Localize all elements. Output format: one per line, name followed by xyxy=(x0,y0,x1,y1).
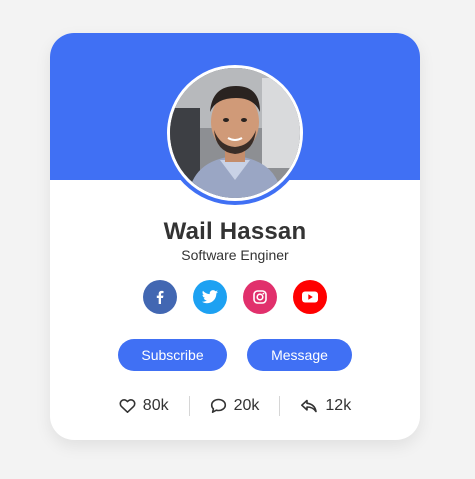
comments-count: 20k xyxy=(233,397,260,414)
comments-stat[interactable]: 20k xyxy=(190,397,280,415)
youtube-icon xyxy=(302,291,318,303)
profile-name: Wail Hassan xyxy=(163,218,307,245)
comment-icon xyxy=(210,398,226,413)
twitter-link[interactable] xyxy=(193,280,227,314)
likes-count: 80k xyxy=(142,397,169,414)
avatar xyxy=(170,68,300,198)
social-links xyxy=(50,280,420,314)
twitter-icon xyxy=(202,290,218,304)
message-button[interactable]: Message xyxy=(247,339,352,371)
profile-card: Wail Hassan Software Enginer Subscribe M… xyxy=(50,33,420,440)
likes-stat[interactable]: 80k xyxy=(99,397,189,415)
shares-stat[interactable]: 12k xyxy=(280,397,371,415)
stats-bar: 80k 20k 12k xyxy=(50,395,420,417)
share-reply-icon xyxy=(301,399,318,413)
subscribe-button[interactable]: Subscribe xyxy=(118,339,227,371)
instagram-link[interactable] xyxy=(243,280,277,314)
profile-job-title: Software Enginer xyxy=(181,247,289,263)
action-buttons: Subscribe Message xyxy=(50,339,420,371)
heart-icon xyxy=(119,398,136,413)
shares-count: 12k xyxy=(325,397,352,414)
youtube-link[interactable] xyxy=(293,280,327,314)
avatar-frame xyxy=(167,65,303,201)
avatar-ring xyxy=(163,61,307,205)
facebook-link[interactable] xyxy=(143,280,177,314)
instagram-icon xyxy=(253,290,267,304)
facebook-icon xyxy=(156,290,164,304)
